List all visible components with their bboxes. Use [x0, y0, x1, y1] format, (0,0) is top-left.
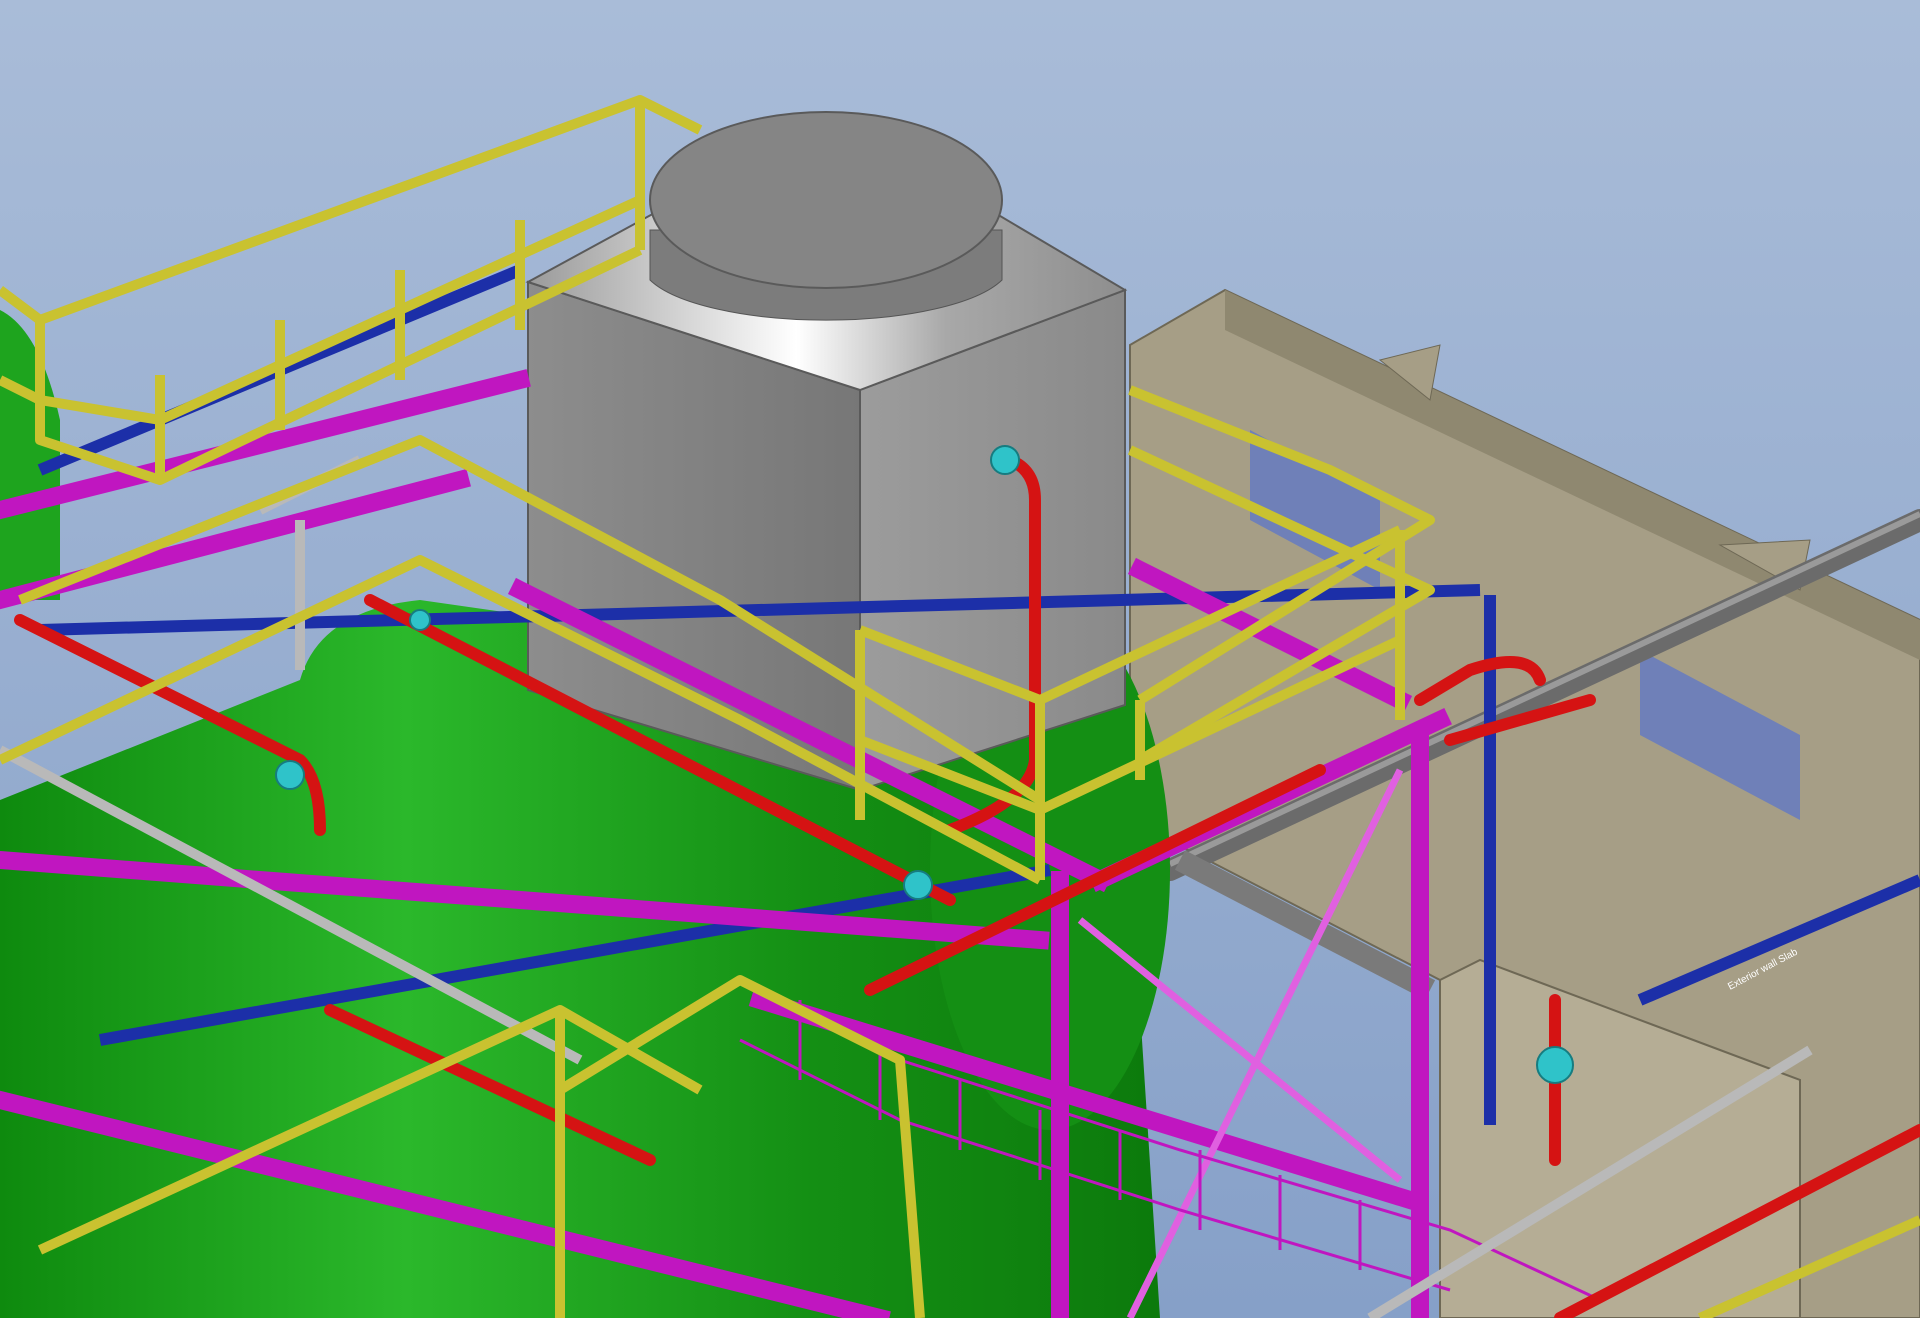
- model-viewport[interactable]: Exterior wall Slab: [0, 0, 1920, 1318]
- 3d-scene[interactable]: Exterior wall Slab: [0, 0, 1920, 1318]
- fan-stack[interactable]: [649, 111, 1003, 321]
